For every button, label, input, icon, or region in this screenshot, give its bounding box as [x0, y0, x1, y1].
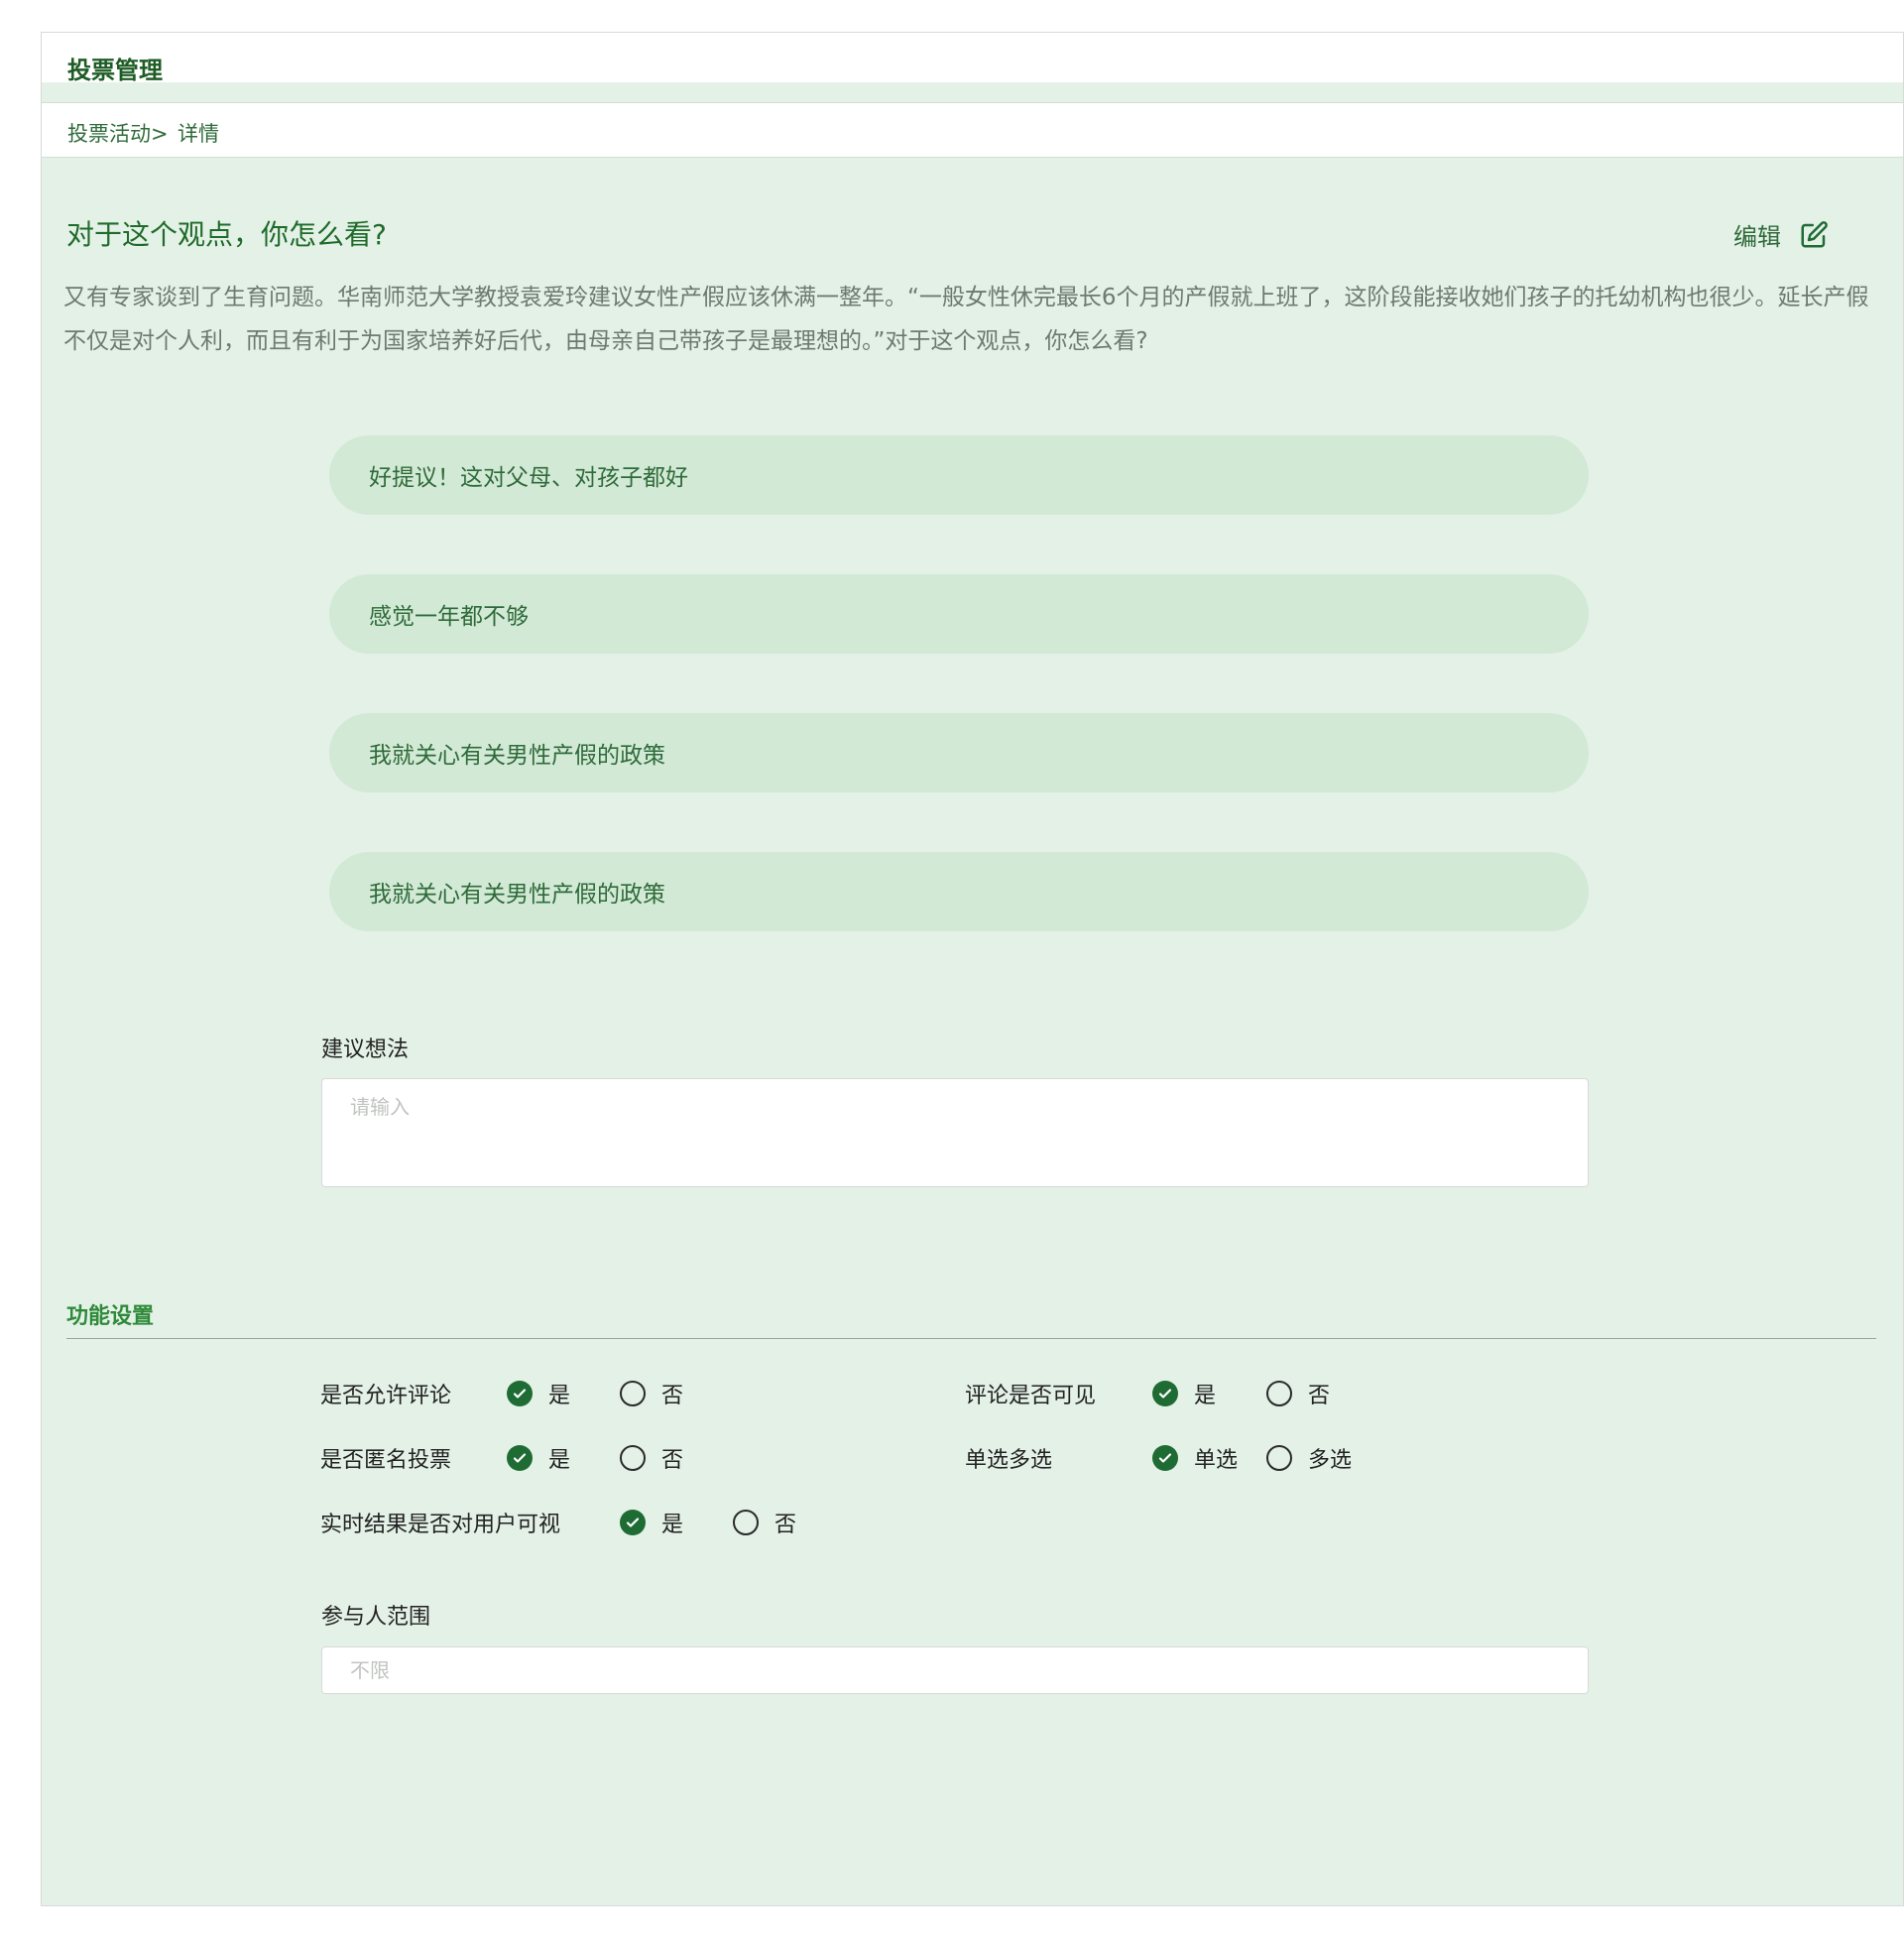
allow-comment-yes-radio[interactable]: 是 — [507, 1378, 570, 1409]
page-header: 投票管理 — [42, 33, 1903, 84]
main-panel: 投票管理 投票活动> 详情 对于这个观点，你怎么看? 编辑 又有专家谈到了生育问… — [41, 32, 1904, 1906]
anonymous-no-radio[interactable]: 否 — [620, 1442, 683, 1474]
settings-title: 功能设置 — [66, 1304, 155, 1329]
radio-label: 否 — [774, 1513, 797, 1537]
vote-option[interactable]: 我就关心有关男性产假的政策 — [329, 713, 1589, 792]
vote-description: 又有专家谈到了生育问题。华南师范大学教授袁爱玲建议女性产假应该休满一整年。“一般… — [63, 285, 1869, 354]
anonymous-label: 是否匿名投票 — [320, 1448, 452, 1473]
radio-label: 是 — [1194, 1384, 1217, 1408]
radio-empty-icon — [620, 1381, 646, 1406]
radio-label: 是 — [548, 1448, 571, 1473]
participants-label: 参与人范围 — [321, 1605, 431, 1630]
edit-label: 编辑 — [1733, 223, 1781, 251]
settings-divider — [66, 1338, 1876, 1339]
radio-label: 否 — [661, 1448, 684, 1473]
radio-empty-icon — [733, 1510, 759, 1535]
single-multi-label: 单选多选 — [965, 1448, 1053, 1473]
check-circle-icon — [1152, 1445, 1178, 1471]
comment-visible-no-radio[interactable]: 否 — [1266, 1378, 1330, 1409]
suggestion-input[interactable] — [321, 1078, 1589, 1187]
anonymous-yes-radio[interactable]: 是 — [507, 1442, 570, 1474]
single-choice-radio[interactable]: 单选 — [1152, 1442, 1238, 1474]
check-circle-icon — [1152, 1381, 1178, 1406]
check-circle-icon — [507, 1381, 533, 1406]
radio-label: 是 — [548, 1384, 571, 1408]
realtime-visible-no-radio[interactable]: 否 — [733, 1507, 796, 1538]
vote-option[interactable]: 感觉一年都不够 — [329, 574, 1589, 654]
multi-choice-radio[interactable]: 多选 — [1266, 1442, 1352, 1474]
edit-button[interactable]: 编辑 — [1733, 217, 1829, 252]
radio-empty-icon — [1266, 1445, 1292, 1471]
realtime-visible-yes-radio[interactable]: 是 — [620, 1507, 683, 1538]
vote-option[interactable]: 好提议！这对父母、对孩子都好 — [329, 435, 1589, 515]
radio-label: 是 — [661, 1513, 684, 1537]
suggestion-label: 建议想法 — [321, 1037, 410, 1062]
breadcrumb: 投票活动> 详情 — [42, 102, 1903, 158]
allow-comment-no-radio[interactable]: 否 — [620, 1378, 683, 1409]
radio-label: 否 — [661, 1384, 684, 1408]
breadcrumb-current: 详情 — [178, 122, 219, 146]
check-circle-icon — [507, 1445, 533, 1471]
participants-input[interactable] — [321, 1646, 1589, 1694]
allow-comment-label: 是否允许评论 — [320, 1384, 452, 1408]
realtime-visible-label: 实时结果是否对用户可视 — [320, 1513, 561, 1537]
breadcrumb-link-vote-activity[interactable]: 投票活动> — [67, 118, 169, 148]
edit-icon — [1801, 220, 1828, 247]
radio-empty-icon — [1266, 1381, 1292, 1406]
vote-option[interactable]: 我就关心有关男性产假的政策 — [329, 852, 1589, 931]
vote-title: 对于这个观点，你怎么看? — [66, 218, 387, 251]
radio-label: 否 — [1308, 1384, 1331, 1408]
radio-empty-icon — [620, 1445, 646, 1471]
page-title: 投票管理 — [67, 57, 163, 84]
check-circle-icon — [620, 1510, 646, 1535]
comment-visible-yes-radio[interactable]: 是 — [1152, 1378, 1216, 1409]
radio-label: 多选 — [1308, 1448, 1353, 1473]
comment-visible-label: 评论是否可见 — [965, 1384, 1097, 1408]
radio-label: 单选 — [1194, 1448, 1239, 1473]
